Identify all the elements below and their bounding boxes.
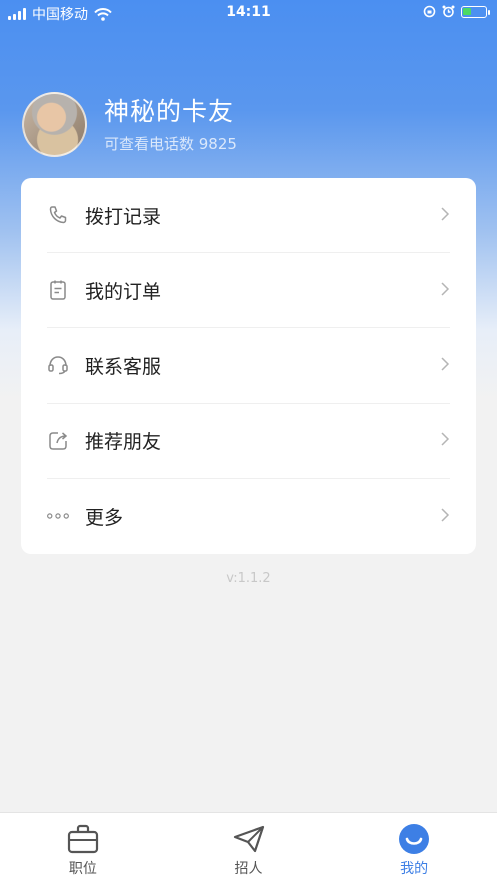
tab-label: 招人 [234, 861, 263, 877]
menu-item-call-history[interactable]: 拨打记录 [47, 178, 450, 254]
share-icon [47, 430, 69, 452]
menu-item-label: 联系客服 [85, 355, 162, 378]
more-icon [47, 505, 69, 527]
chevron-right-icon [440, 205, 450, 226]
tab-label: 职位 [68, 861, 97, 877]
profile-header[interactable]: 神秘的卡友 可查看电话数 9825 [22, 92, 237, 157]
battery-icon [461, 5, 490, 18]
bottom-tab-bar: 职位 招人 我的 [0, 812, 497, 883]
menu-item-recommend-friends[interactable]: 推荐朋友 [47, 404, 450, 479]
menu-item-more[interactable]: 更多 [47, 479, 450, 554]
menu-item-label: 拨打记录 [85, 205, 162, 228]
profile-name: 神秘的卡友 [104, 96, 235, 126]
status-bar: 中国移动 14:11 [0, 0, 497, 26]
chevron-right-icon [440, 506, 450, 527]
lock-rotation-icon [423, 5, 436, 18]
chevron-right-icon [440, 280, 450, 301]
smile-icon [398, 823, 430, 855]
phone-count-label: 可查看电话数 9825 [104, 134, 237, 153]
avatar[interactable] [22, 92, 87, 157]
paper-plane-icon [233, 823, 265, 855]
version-label: v:1.1.2 [226, 571, 271, 586]
menu-item-label: 更多 [85, 506, 124, 529]
chevron-right-icon [440, 430, 450, 451]
phone-icon [47, 204, 69, 226]
menu-item-label: 我的订单 [85, 280, 162, 303]
alarm-icon [442, 5, 455, 18]
briefcase-icon [67, 823, 99, 855]
order-icon [47, 279, 69, 301]
chevron-right-icon [440, 355, 450, 376]
profile-info: 神秘的卡友 可查看电话数 9825 [104, 96, 237, 154]
menu-item-label: 推荐朋友 [85, 431, 162, 454]
menu-card: 拨打记录 我的订单 联系客服 推荐朋友 更多 [21, 178, 476, 554]
menu-item-my-orders[interactable]: 我的订单 [47, 253, 450, 329]
menu-item-customer-service[interactable]: 联系客服 [47, 328, 450, 404]
status-right [423, 5, 490, 18]
tab-jobs[interactable]: 职位 [0, 813, 166, 883]
tab-label: 我的 [400, 861, 429, 877]
tab-recruit[interactable]: 招人 [166, 813, 332, 883]
headset-icon [47, 354, 69, 376]
tab-mine[interactable]: 我的 [331, 813, 497, 883]
